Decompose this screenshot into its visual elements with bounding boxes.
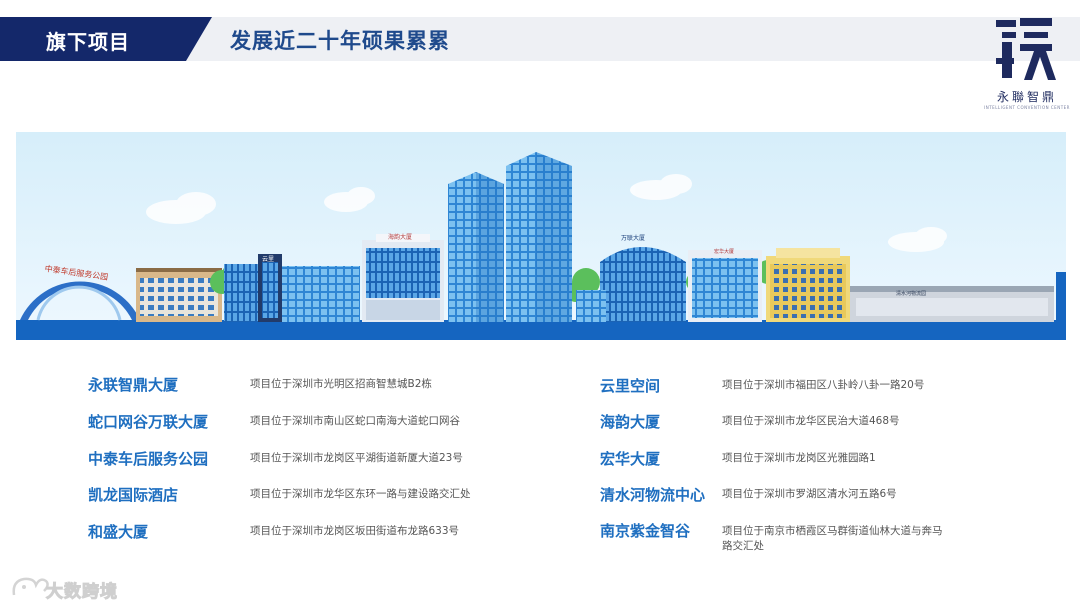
project-address: 项目位于深圳市龙岗区坂田街道布龙路633号	[250, 525, 460, 537]
project-name: 宏华大厦	[600, 450, 661, 468]
project-address: 项目位于深圳市龙岗区光雅园路1	[722, 452, 876, 464]
project-address: 项目位于深圳市光明区招商智慧城B2栋	[250, 378, 432, 390]
project-address: 项目位于深圳市南山区蛇口南海大道蛇口网谷	[250, 415, 460, 427]
logo-name: 永聯智鼎	[996, 90, 1057, 104]
project-address: 项目位于深圳市福田区八卦岭八卦一路20号	[722, 379, 925, 391]
project-name: 蛇口网谷万联大厦	[88, 413, 209, 431]
project-name: 南京紫金智谷	[600, 522, 691, 540]
project-name: 中泰车后服务公园	[88, 450, 209, 468]
project-name: 凯龙国际酒店	[88, 486, 179, 504]
project-address-continued: 路交汇处	[722, 540, 764, 552]
haiyun-sign: 海韵大厦	[388, 233, 412, 241]
logo-subtitle: INTELLIGENT CONVENTION CENTER	[984, 105, 1070, 110]
project-address: 项目位于深圳市龙华区东环一路与建设路交汇处	[250, 488, 471, 500]
project-name: 清水河物流中心	[600, 486, 706, 504]
logistics-sign: 清水河物流园	[896, 290, 926, 297]
project-address: 项目位于深圳市龙岗区平湖街道新厦大道23号	[250, 452, 463, 464]
honghua-sign: 宏华大厦	[714, 248, 734, 255]
yunli-sign: 云里	[262, 256, 274, 263]
project-buildings-banner: 中泰车后服务公园 云里 海韵大厦 万联大厦 宏华大厦 清水河物流园	[16, 132, 1066, 340]
page-title: 发展近二十年硕果累累	[230, 29, 450, 53]
wanlian-sign: 万联大厦	[621, 234, 645, 242]
company-logo: 永聯智鼎 INTELLIGENT CONVENTION CENTER	[982, 18, 1072, 110]
project-name: 和盛大厦	[88, 523, 149, 541]
logo-mark-icon	[996, 18, 1056, 80]
project-address: 项目位于深圳市龙华区民治大道468号	[722, 415, 900, 427]
project-name: 海韵大厦	[600, 413, 661, 431]
project-address: 项目位于南京市栖霞区马群街道仙林大道与奔马	[722, 525, 943, 537]
watermark-text: 大数跨境	[46, 582, 118, 603]
project-name: 永联智鼎大厦	[88, 376, 179, 394]
project-name: 云里空间	[600, 377, 661, 395]
project-address: 项目位于深圳市罗湖区清水河五路6号	[722, 488, 897, 500]
skyline-illustration: 中泰车后服务公园 云里 海韵大厦 万联大厦 宏华大厦 清水河物流园	[16, 132, 1066, 340]
section-tag-label: 旗下项目	[46, 30, 130, 54]
